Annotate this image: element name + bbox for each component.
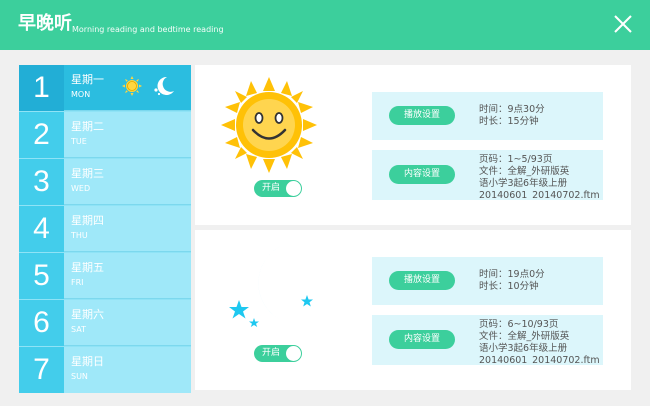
morning-play-settings-button[interactable]: 播放设置: [389, 106, 455, 125]
day-label-cn: 星期日: [71, 355, 104, 368]
evening-file: 文件：全解_外研版英: [479, 331, 570, 342]
day-label-en: TUE: [71, 137, 87, 146]
morning-play-panel: 播放设置 时间：9点30分 时长：15分钟: [372, 92, 603, 140]
day-label-cn: 星期三: [71, 167, 104, 180]
morning-content-panel: 内容设置 页码：1~5/93页 文件：全解_外研版英 语小学3起6年级上册 20…: [372, 150, 603, 200]
day-label-en: SUN: [71, 372, 88, 381]
day-label-cn: 星期六: [71, 308, 104, 321]
day-item-sat[interactable]: 6 星期六 SAT: [19, 300, 191, 346]
day-number: 6: [19, 300, 64, 346]
evening-play-settings-button[interactable]: 播放设置: [389, 271, 455, 290]
day-item-fri[interactable]: 5 星期五 FRI: [19, 253, 191, 299]
day-label-cn: 星期四: [71, 214, 104, 227]
day-item-sun[interactable]: 7 星期日 SUN: [19, 347, 191, 393]
weekday-list: 1 星期一 MON 2 星期二 TUE 3 星期三 WED 4 星期四 THU …: [19, 65, 191, 393]
morning-file-cont: 语小学3起6年级上册: [479, 178, 568, 189]
toggle-label: 开启: [262, 183, 281, 193]
app-header: 早晚听 Morning reading and bedtime reading: [0, 0, 650, 50]
moon-icon: [229, 246, 319, 327]
evening-toggle[interactable]: 开启: [254, 345, 302, 362]
day-label-en: FRI: [71, 278, 84, 287]
evening-time: 时间：19点0分: [479, 269, 545, 280]
day-item-wed[interactable]: 3 星期三 WED: [19, 159, 191, 205]
morning-content-settings-button[interactable]: 内容设置: [389, 165, 455, 184]
evening-content-panel: 内容设置 页码：6~10/93页 文件：全解_外研版英 语小学3起6年级上册 2…: [372, 315, 603, 365]
evening-file-cont: 语小学3起6年级上册: [479, 343, 568, 354]
morning-card: 开启 播放设置 时间：9点30分 时长：15分钟 内容设置 页码：1~5/93页…: [195, 65, 631, 225]
day-number: 3: [19, 159, 64, 205]
morning-file-name: 20140601_20140702.ftm: [479, 190, 599, 198]
day-number: 1: [19, 65, 64, 111]
day-label-cn: 星期二: [71, 120, 104, 133]
evening-file-name: 20140601_20140702.ftm: [479, 355, 599, 363]
app-title: 早晚听: [18, 13, 72, 34]
morning-time: 时间：9点30分: [479, 104, 545, 115]
day-label-en: SAT: [71, 325, 86, 334]
day-label-cn: 星期五: [71, 261, 104, 274]
toggle-knob: [286, 346, 301, 361]
toggle-label: 开启: [262, 348, 281, 358]
day-label-cn: 星期一: [71, 73, 104, 86]
evening-play-panel: 播放设置 时间：19点0分 时长：10分钟: [372, 257, 603, 305]
day-item-mon[interactable]: 1 星期一 MON: [19, 65, 191, 111]
day-number: 7: [19, 347, 64, 393]
morning-file: 文件：全解_外研版英: [479, 166, 570, 177]
toggle-knob: [286, 181, 301, 196]
sun-icon: [221, 77, 317, 173]
day-number: 4: [19, 206, 64, 252]
evening-content-settings-button[interactable]: 内容设置: [389, 330, 455, 349]
day-item-tue[interactable]: 2 星期二 TUE: [19, 112, 191, 158]
day-number: 5: [19, 253, 64, 299]
day-label-en: MON: [71, 90, 91, 99]
evening-card: 开启 播放设置 时间：19点0分 时长：10分钟 内容设置 页码：6~10/93…: [195, 230, 631, 390]
evening-play-info: 时间：19点0分 时长：10分钟: [479, 269, 599, 293]
day-item-thu[interactable]: 4 星期四 THU: [19, 206, 191, 252]
sun-mini-icon: [122, 76, 142, 96]
evening-pages: 页码：6~10/93页: [479, 319, 559, 330]
morning-play-info: 时间：9点30分 时长：15分钟: [479, 104, 599, 128]
morning-toggle[interactable]: 开启: [254, 180, 302, 197]
app-subtitle: Morning reading and bedtime reading: [72, 25, 224, 34]
day-label-en: WED: [71, 184, 91, 193]
close-icon[interactable]: [612, 13, 634, 35]
morning-content-info: 页码：1~5/93页 文件：全解_外研版英 语小学3起6年级上册 2014060…: [479, 154, 599, 198]
morning-duration: 时长：15分钟: [479, 116, 539, 127]
day-label-en: THU: [71, 231, 88, 240]
moon-mini-icon: [154, 76, 174, 96]
evening-content-info: 页码：6~10/93页 文件：全解_外研版英 语小学3起6年级上册 201406…: [479, 319, 599, 363]
day-number: 2: [19, 112, 64, 158]
morning-pages: 页码：1~5/93页: [479, 154, 553, 165]
evening-duration: 时长：10分钟: [479, 281, 539, 292]
